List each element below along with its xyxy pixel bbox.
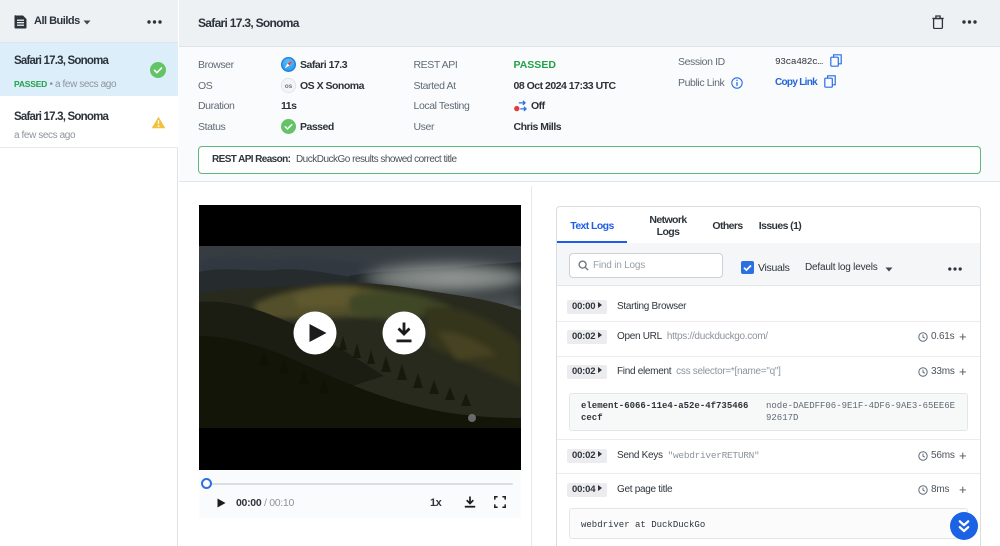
svg-text:os: os — [285, 82, 293, 89]
